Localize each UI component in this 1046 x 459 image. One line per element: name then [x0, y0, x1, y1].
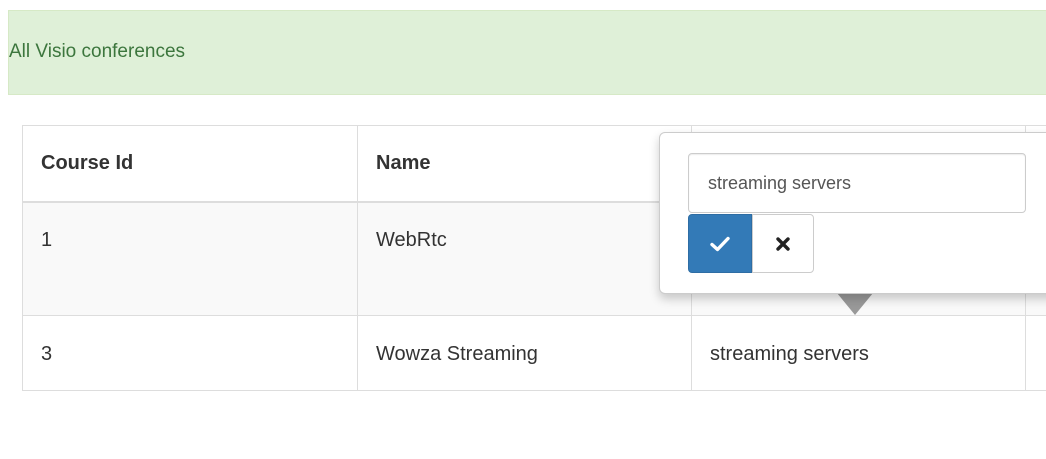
- cell-name: WebRtc: [357, 203, 691, 315]
- cancel-edit-button[interactable]: [752, 214, 814, 273]
- cell-course-id: 1: [41, 229, 53, 251]
- edit-description-input[interactable]: [688, 153, 1026, 213]
- alert-banner: All Visio conferences: [8, 10, 1046, 95]
- popover-arrow: [837, 293, 873, 315]
- cell-course-id: 3: [41, 343, 53, 365]
- inline-edit-popover: [659, 132, 1046, 294]
- cell-extra: [1025, 316, 1046, 391]
- check-icon: [710, 236, 730, 251]
- close-icon: [776, 236, 790, 251]
- cell-name: Wowza Streaming: [357, 316, 691, 391]
- header-name: Name: [357, 126, 691, 201]
- alert-title: All Visio conferences: [9, 41, 186, 62]
- table-row: 3 Wowza Streaming streaming servers: [23, 316, 1046, 391]
- confirm-edit-button[interactable]: [688, 214, 752, 273]
- header-course-id: Course Id: [41, 152, 134, 174]
- cell-description-editable[interactable]: streaming servers: [691, 316, 1025, 391]
